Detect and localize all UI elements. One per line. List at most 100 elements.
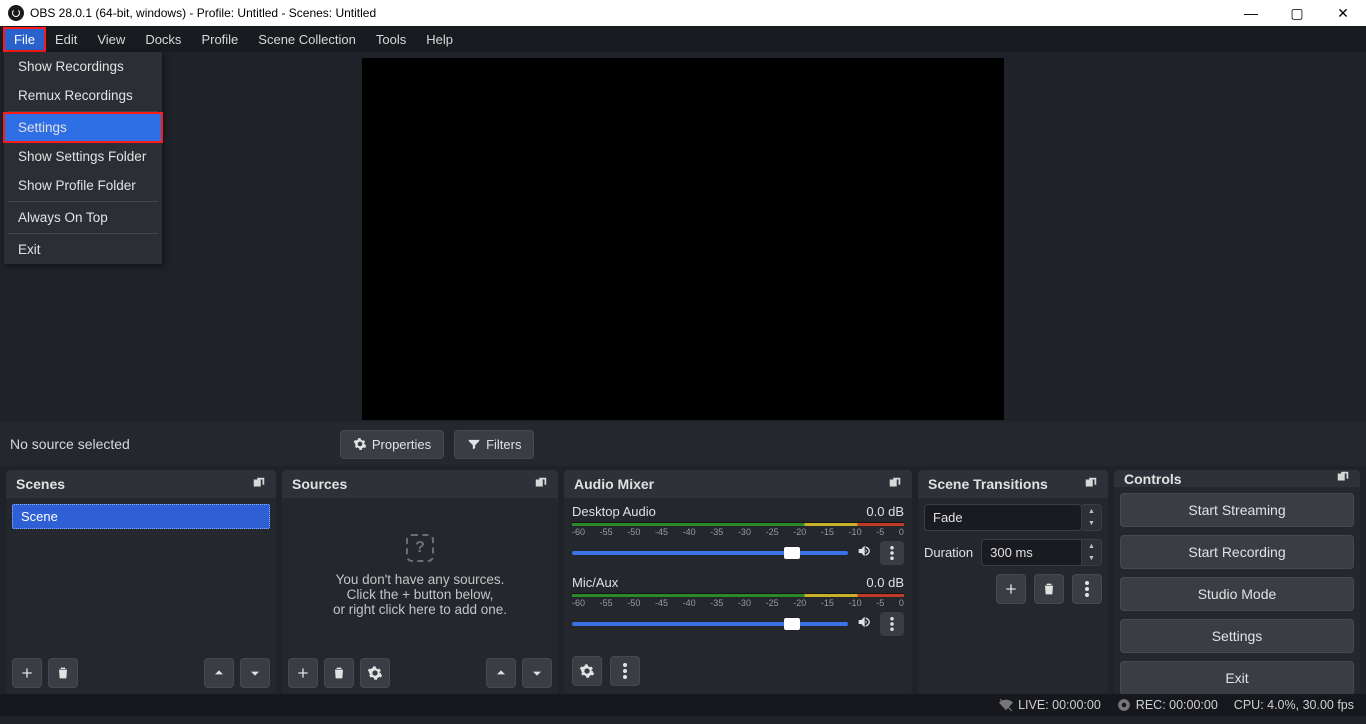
mixer-channel-desktop: Desktop Audio 0.0 dB -60-55-50-45-40-35-… xyxy=(566,500,910,565)
window-title: OBS 28.0.1 (64-bit, windows) - Profile: … xyxy=(30,6,376,20)
minimize-button[interactable]: — xyxy=(1228,0,1274,26)
network-icon xyxy=(999,698,1013,712)
menu-remux-recordings[interactable]: Remux Recordings xyxy=(4,81,162,110)
audio-mixer-panel: Audio Mixer Desktop Audio 0.0 dB -60-55-… xyxy=(564,470,912,694)
properties-label: Properties xyxy=(372,437,431,452)
transition-properties-button[interactable] xyxy=(1072,574,1102,604)
source-toolbar: No source selected Properties Filters xyxy=(0,422,1366,466)
disk-icon xyxy=(1117,698,1131,712)
mixer-header: Audio Mixer xyxy=(564,470,912,498)
popout-icon[interactable] xyxy=(252,476,266,493)
channel-db: 0.0 dB xyxy=(866,504,904,519)
controls-title: Controls xyxy=(1124,471,1182,487)
transition-spinner[interactable]: ▲▼ xyxy=(1082,504,1102,531)
menu-show-settings-folder[interactable]: Show Settings Folder xyxy=(4,142,162,171)
volume-thumb[interactable] xyxy=(784,547,800,559)
status-network: LIVE: 00:00:00 xyxy=(999,698,1101,712)
sources-empty-line1: You don't have any sources. xyxy=(336,572,505,587)
menu-separator xyxy=(8,201,158,202)
exit-button[interactable]: Exit xyxy=(1120,661,1354,694)
remove-scene-button[interactable] xyxy=(48,658,78,688)
mixer-menu-button[interactable] xyxy=(610,656,640,686)
menu-edit[interactable]: Edit xyxy=(45,28,87,51)
preview-area xyxy=(0,52,1366,422)
studio-mode-button[interactable]: Studio Mode xyxy=(1120,577,1354,611)
menu-show-recordings[interactable]: Show Recordings xyxy=(4,52,162,81)
scenes-title: Scenes xyxy=(16,476,65,492)
mixer-settings-button[interactable] xyxy=(572,656,602,686)
channel-options-button[interactable] xyxy=(880,612,904,636)
no-source-label: No source selected xyxy=(10,436,130,452)
scenes-header: Scenes xyxy=(6,470,276,498)
popout-icon[interactable] xyxy=(888,476,902,493)
sources-title: Sources xyxy=(292,476,347,492)
source-properties-button[interactable] xyxy=(360,658,390,688)
add-scene-button[interactable] xyxy=(12,658,42,688)
filters-button[interactable]: Filters xyxy=(454,430,534,459)
menu-settings[interactable]: Settings xyxy=(4,113,162,142)
menu-help[interactable]: Help xyxy=(416,28,463,51)
menu-show-profile-folder[interactable]: Show Profile Folder xyxy=(4,171,162,200)
remove-source-button[interactable] xyxy=(324,658,354,688)
duration-input[interactable]: 300 ms xyxy=(981,539,1082,566)
popout-icon[interactable] xyxy=(1336,470,1350,487)
meter-ticks: -60-55-50-45-40-35-30-25-20-15-10-50 xyxy=(572,598,904,608)
add-transition-button[interactable] xyxy=(996,574,1026,604)
speaker-icon[interactable] xyxy=(856,614,872,635)
source-move-down-button[interactable] xyxy=(522,658,552,688)
remove-transition-button[interactable] xyxy=(1034,574,1064,604)
transitions-title: Scene Transitions xyxy=(928,476,1048,492)
channel-db: 0.0 dB xyxy=(866,575,904,590)
status-bar: LIVE: 00:00:00 REC: 00:00:00 CPU: 4.0%, … xyxy=(0,694,1366,716)
sources-empty-state[interactable]: ? You don't have any sources. Click the … xyxy=(288,504,552,646)
scene-list-item[interactable]: Scene xyxy=(12,504,270,529)
speaker-icon[interactable] xyxy=(856,543,872,564)
maximize-button[interactable]: ▢ xyxy=(1274,0,1320,26)
volume-thumb[interactable] xyxy=(784,618,800,630)
menu-always-on-top[interactable]: Always On Top xyxy=(4,203,162,232)
sources-placeholder-icon: ? xyxy=(406,534,434,562)
add-source-button[interactable] xyxy=(288,658,318,688)
sources-empty-line2: Click the + button below, xyxy=(347,587,494,602)
channel-name: Mic/Aux xyxy=(572,575,618,590)
window-titlebar: OBS 28.0.1 (64-bit, windows) - Profile: … xyxy=(0,0,1366,26)
audio-meter xyxy=(572,593,904,597)
scene-move-up-button[interactable] xyxy=(204,658,234,688)
start-recording-button[interactable]: Start Recording xyxy=(1120,535,1354,569)
popout-icon[interactable] xyxy=(1084,476,1098,493)
settings-button[interactable]: Settings xyxy=(1120,619,1354,653)
transitions-panel: Scene Transitions Fade ▲▼ Duration 300 m… xyxy=(918,470,1108,694)
transition-select[interactable]: Fade xyxy=(924,504,1082,531)
menu-file[interactable]: File xyxy=(4,28,45,51)
panels-row: Scenes Scene Sources ? You don't have an… xyxy=(0,466,1366,694)
volume-slider[interactable] xyxy=(572,622,848,626)
menu-scene-collection[interactable]: Scene Collection xyxy=(248,28,366,51)
obs-logo-icon xyxy=(8,5,24,21)
source-move-up-button[interactable] xyxy=(486,658,516,688)
mixer-title: Audio Mixer xyxy=(574,476,654,492)
scene-move-down-button[interactable] xyxy=(240,658,270,688)
start-streaming-button[interactable]: Start Streaming xyxy=(1120,493,1354,527)
duration-spinner[interactable]: ▲▼ xyxy=(1082,539,1102,566)
channel-name: Desktop Audio xyxy=(572,504,656,519)
close-button[interactable]: ✕ xyxy=(1320,0,1366,26)
popout-icon[interactable] xyxy=(534,476,548,493)
menu-docks[interactable]: Docks xyxy=(135,28,191,51)
channel-options-button[interactable] xyxy=(880,541,904,565)
sources-header: Sources xyxy=(282,470,558,498)
menu-separator xyxy=(8,111,158,112)
menu-view[interactable]: View xyxy=(87,28,135,51)
volume-slider[interactable] xyxy=(572,551,848,555)
duration-label: Duration xyxy=(924,545,973,560)
status-disk: REC: 00:00:00 xyxy=(1117,698,1218,712)
menu-tools[interactable]: Tools xyxy=(366,28,416,51)
sources-empty-line3: or right click here to add one. xyxy=(333,602,507,617)
file-dropdown-menu: Show Recordings Remux Recordings Setting… xyxy=(4,52,162,264)
properties-button[interactable]: Properties xyxy=(340,430,444,459)
menu-profile[interactable]: Profile xyxy=(191,28,248,51)
controls-panel: Controls Start Streaming Start Recording… xyxy=(1114,470,1360,694)
status-cpu: CPU: 4.0%, 30.00 fps xyxy=(1234,698,1354,712)
menu-exit[interactable]: Exit xyxy=(4,235,162,264)
filters-label: Filters xyxy=(486,437,521,452)
preview-canvas[interactable] xyxy=(362,58,1004,420)
